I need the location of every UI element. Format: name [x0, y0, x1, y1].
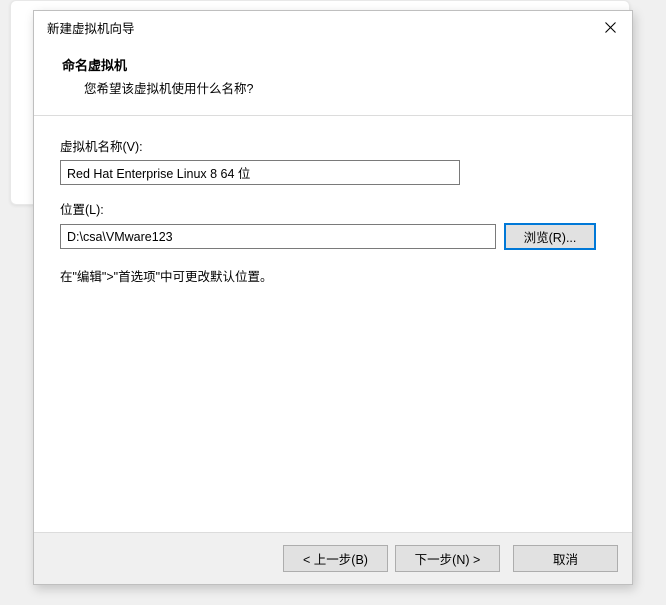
new-vm-wizard-dialog: 新建虚拟机向导 命名虚拟机 您希望该虚拟机使用什么名称? 虚拟机名称(V): 位…	[33, 10, 633, 585]
wizard-header: 命名虚拟机 您希望该虚拟机使用什么名称?	[34, 44, 632, 115]
titlebar-title: 新建虚拟机向导	[47, 18, 588, 37]
close-icon	[605, 22, 616, 33]
location-input[interactable]	[60, 224, 496, 249]
wizard-header-subtitle: 您希望该虚拟机使用什么名称?	[62, 78, 604, 97]
default-location-hint: 在"编辑">"首选项"中可更改默认位置。	[60, 266, 606, 285]
location-label: 位置(L):	[60, 199, 606, 218]
location-field-group: 位置(L): 浏览(R)...	[60, 199, 606, 250]
titlebar: 新建虚拟机向导	[34, 11, 632, 44]
cancel-button[interactable]: 取消	[513, 545, 618, 572]
close-button[interactable]	[588, 11, 632, 44]
back-button[interactable]: < 上一步(B)	[283, 545, 388, 572]
next-button[interactable]: 下一步(N) >	[395, 545, 500, 572]
wizard-footer: < 上一步(B) 下一步(N) > 取消	[34, 532, 632, 584]
browse-button[interactable]: 浏览(R)...	[504, 223, 596, 250]
vm-name-field-group: 虚拟机名称(V):	[60, 136, 606, 185]
wizard-body: 虚拟机名称(V): 位置(L): 浏览(R)... 在"编辑">"首选项"中可更…	[34, 116, 632, 532]
vm-name-label: 虚拟机名称(V):	[60, 136, 606, 155]
wizard-header-title: 命名虚拟机	[62, 55, 604, 74]
vm-name-input[interactable]	[60, 160, 460, 185]
location-row: 浏览(R)...	[60, 223, 606, 250]
